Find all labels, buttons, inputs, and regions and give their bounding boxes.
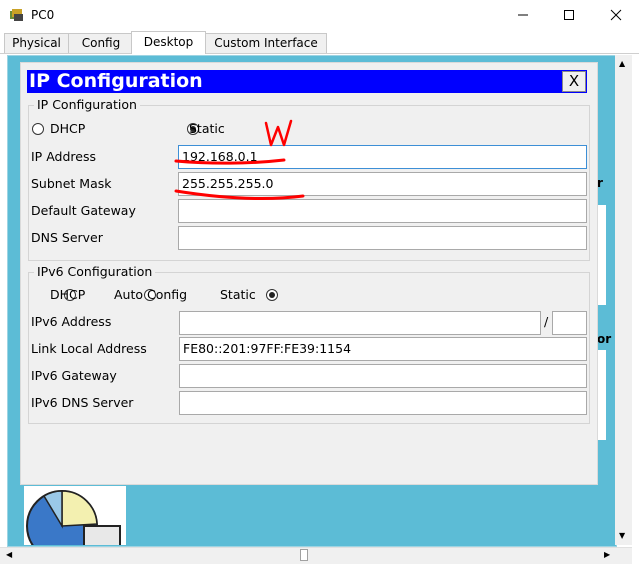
scroll-down-icon[interactable]: ▼ <box>619 531 625 540</box>
link-local-address-input[interactable]: FE80::201:97FF:FE39:1154 <box>179 337 587 361</box>
ip-address-label: IP Address <box>31 149 96 164</box>
dialog-title-text: IP Configuration <box>29 70 203 92</box>
ipv6-dns-server-input[interactable] <box>179 391 587 415</box>
tab-bar: Physical Config Desktop Custom Interface <box>0 31 639 54</box>
underline-subnet-mask <box>174 189 305 200</box>
horizontal-scroll-thumb[interactable] <box>300 549 308 561</box>
horizontal-scrollbar[interactable]: ◀ ▶ <box>0 547 632 564</box>
tab-desktop[interactable]: Desktop <box>131 31 206 54</box>
close-window-button[interactable] <box>593 0 639 30</box>
ipv6-gateway-input[interactable] <box>179 364 587 388</box>
dialog-close-button[interactable]: X <box>562 71 586 92</box>
ipv6-static-label: Static <box>220 287 256 302</box>
close-icon <box>610 9 622 21</box>
ipv6-address-input[interactable] <box>179 311 541 335</box>
minimize-icon <box>518 14 528 16</box>
tab-physical[interactable]: Physical <box>4 33 69 53</box>
scroll-up-icon[interactable]: ▲ <box>619 59 625 68</box>
desktop-app-tile[interactable] <box>24 486 126 545</box>
dns-server-input[interactable] <box>178 226 587 250</box>
link-local-address-label: Link Local Address <box>31 341 147 356</box>
ipv6-prefix-length-input[interactable] <box>552 311 587 335</box>
window-title-bar: PC0 <box>0 0 639 30</box>
underline-ip-address <box>174 158 286 165</box>
pie-chart-app-icon <box>26 490 121 545</box>
ipv6-address-label: IPv6 Address <box>31 314 112 329</box>
red-annotation-overlay <box>174 119 305 200</box>
maximize-button[interactable] <box>546 0 592 30</box>
ipv4-dhcp-label: DHCP <box>50 121 86 136</box>
tab-custom-interface[interactable]: Custom Interface <box>205 33 327 53</box>
ipv6-static-radio[interactable] <box>265 289 278 301</box>
handwritten-w-mark <box>264 119 293 147</box>
background-text: or <box>597 332 612 346</box>
scroll-left-icon[interactable]: ◀ <box>6 550 12 559</box>
ipv4-dhcp-radio[interactable] <box>32 123 44 135</box>
tab-config[interactable]: Config <box>68 33 134 53</box>
window-title: PC0 <box>31 8 55 22</box>
ipv6-dns-server-label: IPv6 DNS Server <box>31 395 134 410</box>
vertical-scrollbar[interactable]: ▲ ▼ <box>615 55 632 545</box>
dialog-title: IP Configuration <box>27 70 587 93</box>
maximize-icon <box>564 10 574 20</box>
ipv6-auto-config-label: Auto Config <box>114 287 188 302</box>
subnet-mask-label: Subnet Mask <box>31 176 112 191</box>
ipv6-dhcp-label: DHCP <box>50 287 86 302</box>
ipv6-group-legend: IPv6 Configuration <box>34 264 156 279</box>
ipv6-gateway-label: IPv6 Gateway <box>31 368 117 383</box>
minimize-button[interactable] <box>500 0 546 30</box>
scroll-right-icon[interactable]: ▶ <box>604 550 610 559</box>
default-gateway-label: Default Gateway <box>31 203 136 218</box>
dns-server-label: DNS Server <box>31 230 103 245</box>
ipv4-group-legend: IP Configuration <box>34 97 140 112</box>
prefix-separator: / <box>544 314 549 329</box>
packet-tracer-app-icon <box>10 9 23 21</box>
